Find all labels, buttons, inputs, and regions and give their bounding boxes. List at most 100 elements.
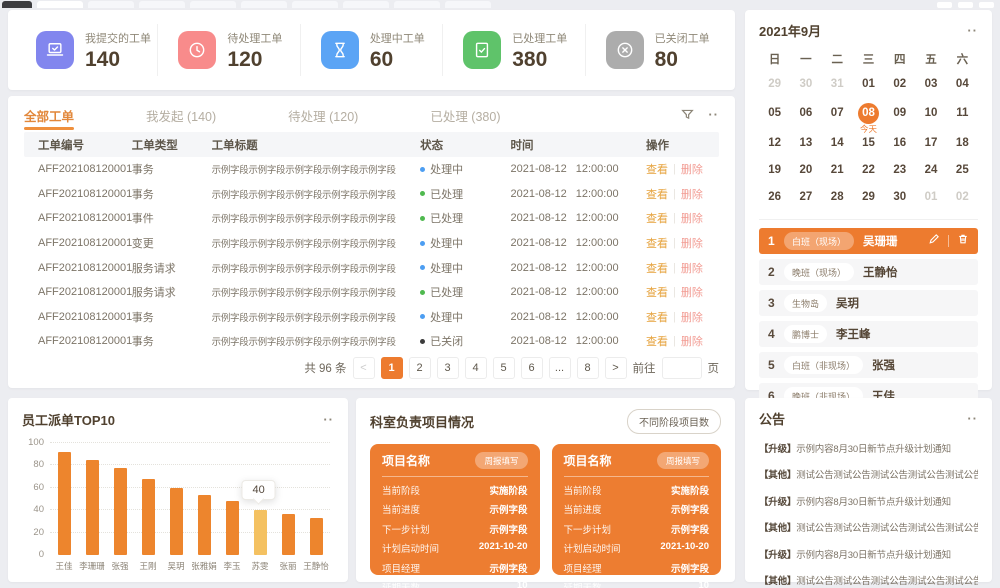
- calendar-day[interactable]: 24: [915, 156, 946, 183]
- calendar-day[interactable]: 06: [790, 97, 821, 129]
- more-icon[interactable]: ··: [967, 24, 978, 37]
- more-icon[interactable]: ··: [708, 108, 719, 121]
- calendar-day[interactable]: 20: [790, 156, 821, 183]
- view-link[interactable]: 查看: [646, 284, 668, 300]
- top-tab-strip[interactable]: [0, 0, 1000, 8]
- calendar-day[interactable]: 29: [853, 183, 884, 210]
- delete-link[interactable]: 删除: [681, 161, 703, 177]
- calendar-day-today[interactable]: 08今天: [853, 97, 884, 129]
- schedule-item[interactable]: 2晚班（现场）王静怡: [759, 259, 978, 285]
- calendar-day[interactable]: 07: [822, 97, 853, 129]
- bar[interactable]: [86, 460, 99, 555]
- next-page-button[interactable]: >: [605, 357, 627, 379]
- top-tab[interactable]: [139, 1, 185, 8]
- calendar-day[interactable]: 27: [790, 183, 821, 210]
- announcement-item[interactable]: 【其他】测试公告测试公告测试公告测试公告测试公告: [759, 467, 978, 481]
- calendar-day[interactable]: 09: [884, 97, 915, 129]
- delete-icon[interactable]: [957, 232, 969, 250]
- calendar-day[interactable]: 25: [947, 156, 978, 183]
- delete-link[interactable]: 删除: [681, 235, 703, 251]
- top-tab[interactable]: [445, 1, 491, 8]
- calendar-day[interactable]: 29: [759, 70, 790, 97]
- view-link[interactable]: 查看: [646, 260, 668, 276]
- page-button[interactable]: 1: [381, 357, 403, 379]
- calendar-day[interactable]: 14: [822, 129, 853, 156]
- tab-all[interactable]: 全部工单: [24, 97, 74, 132]
- calendar-day[interactable]: 03: [915, 70, 946, 97]
- calendar-day[interactable]: 15: [853, 129, 884, 156]
- calendar-day[interactable]: 22: [853, 156, 884, 183]
- bar[interactable]: [114, 468, 127, 555]
- announcement-item[interactable]: 【升级】示例内容8月30日新节点升级计划通知: [759, 547, 978, 561]
- delete-link[interactable]: 删除: [681, 186, 703, 202]
- top-tab[interactable]: [394, 1, 440, 8]
- page-button[interactable]: 5: [493, 357, 515, 379]
- calendar-day[interactable]: 05: [759, 97, 790, 129]
- delete-link[interactable]: 删除: [681, 333, 703, 349]
- top-tab[interactable]: [2, 1, 32, 8]
- bar[interactable]: [198, 495, 211, 555]
- view-link[interactable]: 查看: [646, 210, 668, 226]
- calendar-day[interactable]: 18: [947, 129, 978, 156]
- calendar-day[interactable]: 23: [884, 156, 915, 183]
- bar[interactable]: [310, 518, 323, 555]
- announcement-item[interactable]: 【升级】示例内容8月30日新节点升级计划通知: [759, 494, 978, 508]
- schedule-item[interactable]: 3生物岛吴玥: [759, 290, 978, 316]
- announcement-item[interactable]: 【升级】示例内容8月30日新节点升级计划通知: [759, 441, 978, 455]
- calendar-day[interactable]: 31: [822, 70, 853, 97]
- filter-icon[interactable]: [681, 108, 694, 121]
- project-card[interactable]: 项目名称周报填写当前阶段实施阶段当前进度示例字段下一步计划示例字段计划启动时间2…: [552, 444, 722, 575]
- top-control[interactable]: [937, 2, 952, 8]
- tab-mine[interactable]: 我发起 (140): [146, 97, 216, 132]
- tab-done[interactable]: 已处理 (380): [430, 97, 500, 132]
- bar[interactable]: [58, 452, 71, 555]
- bar[interactable]: [282, 514, 295, 555]
- view-link[interactable]: 查看: [646, 161, 668, 177]
- view-link[interactable]: 查看: [646, 333, 668, 349]
- schedule-item[interactable]: 1白班（现场）吴珊珊: [759, 228, 978, 254]
- more-icon[interactable]: ··: [967, 412, 978, 425]
- goto-page-input[interactable]: [662, 357, 702, 379]
- announcement-item[interactable]: 【其他】测试公告测试公告测试公告测试公告测试公告: [759, 573, 978, 587]
- bar[interactable]: [226, 501, 239, 555]
- delete-link[interactable]: 删除: [681, 309, 703, 325]
- bar[interactable]: [142, 479, 155, 555]
- view-link[interactable]: 查看: [646, 235, 668, 251]
- weekly-report-badge[interactable]: 周报填写: [657, 452, 709, 469]
- edit-icon[interactable]: [928, 232, 940, 250]
- page-button[interactable]: 8: [577, 357, 599, 379]
- calendar-day[interactable]: 02: [947, 183, 978, 210]
- calendar-day[interactable]: 01: [915, 183, 946, 210]
- top-tab[interactable]: [292, 1, 338, 8]
- calendar-day[interactable]: 04: [947, 70, 978, 97]
- project-card[interactable]: 项目名称周报填写当前阶段实施阶段当前进度示例字段下一步计划示例字段计划启动时间2…: [370, 444, 540, 575]
- page-button[interactable]: 6: [521, 357, 543, 379]
- view-link[interactable]: 查看: [646, 309, 668, 325]
- calendar-day[interactable]: 30: [884, 183, 915, 210]
- calendar-day[interactable]: 02: [884, 70, 915, 97]
- top-control[interactable]: [979, 2, 994, 8]
- top-tab[interactable]: [190, 1, 236, 8]
- announcement-item[interactable]: 【其他】测试公告测试公告测试公告测试公告测试公告: [759, 520, 978, 534]
- bar[interactable]: [254, 510, 267, 555]
- page-ellipsis[interactable]: ...: [549, 357, 571, 379]
- delete-link[interactable]: 删除: [681, 260, 703, 276]
- calendar-day[interactable]: 16: [884, 129, 915, 156]
- top-tab[interactable]: [241, 1, 287, 8]
- calendar-day[interactable]: 28: [822, 183, 853, 210]
- schedule-item[interactable]: 5白班（非现场）张强: [759, 352, 978, 378]
- weekly-report-badge[interactable]: 周报填写: [475, 452, 527, 469]
- top-tab[interactable]: [88, 1, 134, 8]
- page-button[interactable]: 3: [437, 357, 459, 379]
- top-tab[interactable]: [37, 1, 83, 8]
- calendar-day[interactable]: 01: [853, 70, 884, 97]
- calendar-day[interactable]: 19: [759, 156, 790, 183]
- delete-link[interactable]: 删除: [681, 210, 703, 226]
- page-button[interactable]: 2: [409, 357, 431, 379]
- delete-link[interactable]: 删除: [681, 284, 703, 300]
- view-link[interactable]: 查看: [646, 186, 668, 202]
- calendar-day[interactable]: 12: [759, 129, 790, 156]
- calendar-day[interactable]: 30: [790, 70, 821, 97]
- calendar-day[interactable]: 17: [915, 129, 946, 156]
- page-button[interactable]: 4: [465, 357, 487, 379]
